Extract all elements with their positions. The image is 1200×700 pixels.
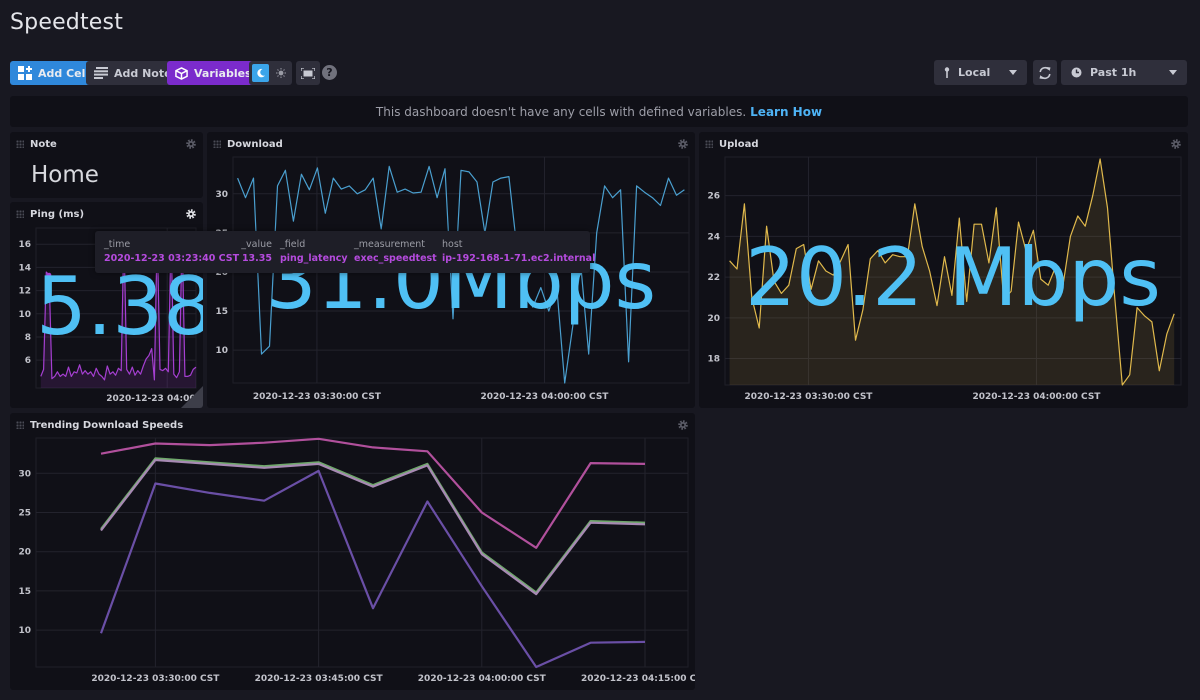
y-tick-label: 10 bbox=[18, 626, 31, 636]
light-mode-option[interactable] bbox=[272, 64, 289, 82]
tooltip-header: _time bbox=[104, 239, 131, 250]
tooltip-col-value: _value 13.35 bbox=[240, 239, 272, 264]
single-stat-value: 20.2 Mbps bbox=[745, 231, 1161, 324]
series-line-min bbox=[99, 469, 646, 669]
y-tick-label: 24 bbox=[707, 232, 720, 242]
add-cell-label: Add Cell bbox=[38, 66, 90, 80]
tooltip-header: _field bbox=[280, 239, 306, 250]
resize-handle[interactable] bbox=[181, 386, 203, 408]
pin-icon bbox=[944, 67, 950, 78]
time-range-dropdown[interactable]: Past 1h bbox=[1061, 60, 1187, 85]
y-tick-label: 10 bbox=[18, 310, 31, 320]
learn-how-link[interactable]: Learn How bbox=[750, 105, 822, 119]
add-cell-icon bbox=[18, 66, 32, 80]
tooltip-header: _value bbox=[241, 239, 272, 250]
clock-icon bbox=[1071, 67, 1082, 78]
tooltip-value: ip-192-168-1-71.ec2.internal bbox=[442, 253, 596, 264]
tooltip-value: 2020-12-23 03:23:40 CST bbox=[104, 253, 240, 264]
fullscreen-icon bbox=[301, 67, 315, 79]
trending-cell: Trending Download Speeds 10 15 20 25 30 2020-… bbox=[10, 413, 695, 690]
sun-icon bbox=[275, 68, 286, 78]
cell-title: Note bbox=[30, 138, 57, 150]
hover-tooltip: _time 2020-12-23 03:23:40 CST _value 13.… bbox=[95, 231, 595, 273]
x-tick-label: 2020-12-23 03:45:00 CST bbox=[255, 674, 384, 684]
tooltip-value: 13.35 bbox=[241, 253, 272, 264]
upload-cell: Upload 18 20 22 24 26 2020-12-23 03:30:00 CST… bbox=[699, 132, 1188, 408]
page-title: Speedtest bbox=[10, 10, 124, 35]
y-tick-label: 26 bbox=[707, 192, 720, 202]
chevron-down-icon bbox=[1009, 70, 1017, 75]
tooltip-col-time: _time 2020-12-23 03:23:40 CST bbox=[104, 239, 239, 264]
drag-handle-icon[interactable] bbox=[16, 140, 24, 148]
time-range-value: Past 1h bbox=[1090, 66, 1137, 79]
add-cell-button[interactable]: Add Cell bbox=[10, 61, 98, 85]
moon-icon bbox=[256, 68, 265, 78]
gear-icon[interactable] bbox=[185, 138, 197, 150]
banner-text: This dashboard doesn't have any cells wi… bbox=[375, 104, 747, 119]
y-tick-label: 25 bbox=[18, 509, 31, 519]
variables-label: Variables bbox=[194, 66, 252, 80]
y-tick-label: 12 bbox=[18, 287, 31, 297]
x-tick-label: 2020-12-23 03:30:00 CST bbox=[744, 392, 873, 402]
refresh-button[interactable] bbox=[1033, 60, 1057, 85]
series-line-mean-b bbox=[100, 458, 646, 596]
y-tick-label: 14 bbox=[18, 263, 31, 273]
timezone-dropdown[interactable]: Local bbox=[934, 60, 1027, 85]
plot-area bbox=[35, 437, 689, 668]
chevron-down-icon bbox=[1169, 70, 1177, 75]
x-tick-label: 2020-12-23 04:00:00 CST bbox=[418, 674, 547, 684]
tooltip-col-field: _field ping_latency bbox=[280, 239, 348, 264]
variables-button[interactable]: Variables bbox=[167, 61, 260, 85]
x-tick-label: 2020-12-23 04:00:00 CST bbox=[480, 392, 609, 402]
y-tick-label: 10 bbox=[215, 346, 228, 356]
tooltip-header: host bbox=[442, 239, 463, 250]
y-tick-label: 16 bbox=[18, 240, 31, 250]
series-line-mean-a bbox=[100, 457, 646, 594]
y-tick-label: 18 bbox=[707, 355, 720, 365]
help-icon[interactable]: ? bbox=[322, 65, 337, 80]
x-tick-label: 2020-12-23 04:00:00 CST bbox=[972, 392, 1101, 402]
tooltip-header: _measurement bbox=[354, 239, 426, 250]
x-tick-label: 2020-12-23 03:30:00 CST bbox=[253, 392, 382, 402]
y-tick-label: 20 bbox=[707, 314, 720, 324]
y-tick-label: 15 bbox=[215, 307, 228, 317]
presentation-mode-button[interactable] bbox=[296, 61, 320, 85]
series-line-max bbox=[100, 437, 646, 549]
tooltip-value: exec_speedtest bbox=[354, 253, 437, 264]
y-tick-label: 20 bbox=[18, 548, 31, 558]
cube-icon bbox=[175, 66, 188, 80]
x-tick-label: 2020-12-23 03:30:00 CST bbox=[91, 674, 220, 684]
add-note-button[interactable]: Add Note bbox=[86, 61, 180, 85]
add-note-label: Add Note bbox=[114, 66, 172, 80]
y-tick-label: 6 bbox=[25, 356, 31, 366]
y-tick-label: 22 bbox=[707, 273, 720, 283]
theme-toggle[interactable] bbox=[249, 61, 292, 85]
y-tick-label: 15 bbox=[18, 587, 31, 597]
y-tick-label: 30 bbox=[215, 190, 228, 200]
single-stat-value: 5.38 bbox=[36, 260, 203, 353]
dark-mode-option[interactable] bbox=[252, 64, 269, 82]
note-icon bbox=[94, 67, 108, 79]
tooltip-value: ping_latency bbox=[280, 253, 348, 264]
timezone-value: Local bbox=[958, 66, 991, 79]
refresh-icon bbox=[1039, 66, 1051, 79]
tooltip-col-measurement: _measurement exec_speedtest bbox=[354, 239, 437, 264]
note-content: Home bbox=[31, 162, 99, 188]
upload-chart[interactable]: 18 20 22 24 26 2020-12-23 03:30:00 CST 2020-12… bbox=[699, 132, 1188, 408]
variables-banner: This dashboard doesn't have any cells wi… bbox=[10, 96, 1188, 127]
y-tick-label: 30 bbox=[18, 469, 31, 479]
x-tick-label: 2020-12-23 04:15:00 CST bbox=[581, 674, 695, 684]
trending-chart[interactable]: 10 15 20 25 30 2020-12-23 03:30:00 CST 2020-12… bbox=[10, 413, 695, 690]
note-cell: Note Home bbox=[10, 132, 203, 198]
tooltip-col-host: host ip-192-168-1-71.ec2.internal bbox=[442, 239, 595, 264]
y-tick-label: 8 bbox=[25, 333, 31, 343]
